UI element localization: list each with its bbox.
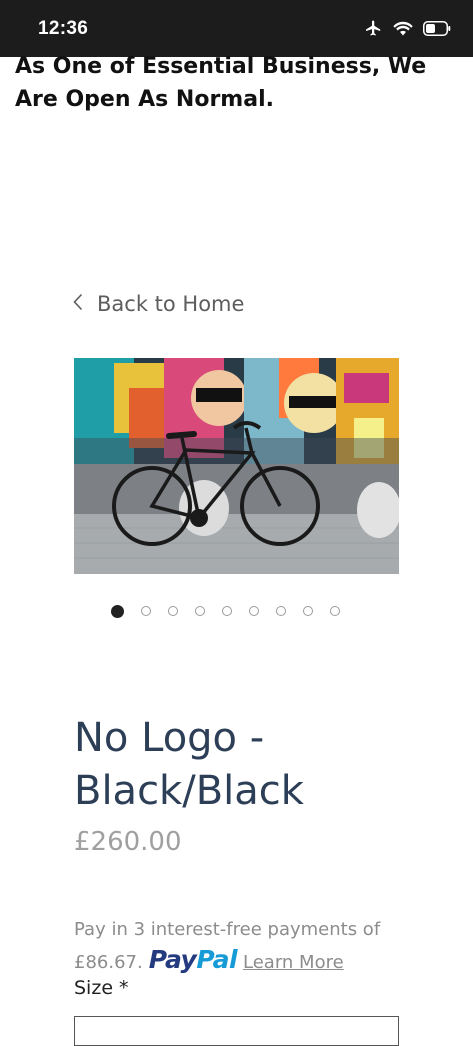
product-title-line-1: No Logo - xyxy=(74,715,265,761)
battery-icon xyxy=(423,20,451,36)
gallery-dot[interactable] xyxy=(330,606,340,616)
product-image[interactable] xyxy=(74,358,399,574)
status-bar: 12:36 xyxy=(0,0,473,57)
gallery-dot[interactable] xyxy=(168,606,178,616)
chevron-left-icon xyxy=(73,292,97,316)
gallery-dot[interactable] xyxy=(303,606,313,616)
product-price: £260.00 xyxy=(74,827,182,857)
paypal-installment-row: £86.67. PayPal Learn More xyxy=(74,945,344,974)
size-select[interactable] xyxy=(74,1016,399,1046)
gallery-dot[interactable] xyxy=(276,606,286,616)
paypal-logo-pay: Pay xyxy=(148,945,197,974)
status-icons xyxy=(364,19,451,37)
learn-more-link[interactable]: Learn More xyxy=(243,952,344,973)
product-title-line-2: Black/Black xyxy=(74,768,304,814)
paypal-logo-pal: Pal xyxy=(196,945,238,974)
banner-line-1: As One of Essential Business, We xyxy=(15,54,427,79)
product-title: No Logo - Black/Black xyxy=(74,712,434,818)
bicycle-graffiti-image xyxy=(74,358,399,574)
size-label: Size * xyxy=(74,977,129,999)
gallery-pagination xyxy=(111,604,340,618)
back-link-label: Back to Home xyxy=(97,292,245,316)
status-time: 12:36 xyxy=(38,18,89,39)
gallery-dot[interactable] xyxy=(111,604,124,618)
banner-line-2: Are Open As Normal. xyxy=(15,87,274,112)
airplane-icon xyxy=(364,19,383,37)
gallery-dot[interactable] xyxy=(141,606,151,616)
back-to-home-link[interactable]: Back to Home xyxy=(73,292,244,316)
gallery-dot[interactable] xyxy=(195,606,205,616)
paypal-installment-amount: £86.67. xyxy=(74,952,143,973)
wifi-icon xyxy=(393,20,413,36)
paypal-logo: PayPal xyxy=(148,945,238,974)
announcement-banner: As One of Essential Business, We Are Ope… xyxy=(15,50,455,116)
gallery-dot[interactable] xyxy=(249,606,259,616)
paypal-installment-text: Pay in 3 interest-free payments of xyxy=(74,919,381,940)
gallery-dot[interactable] xyxy=(222,606,232,616)
